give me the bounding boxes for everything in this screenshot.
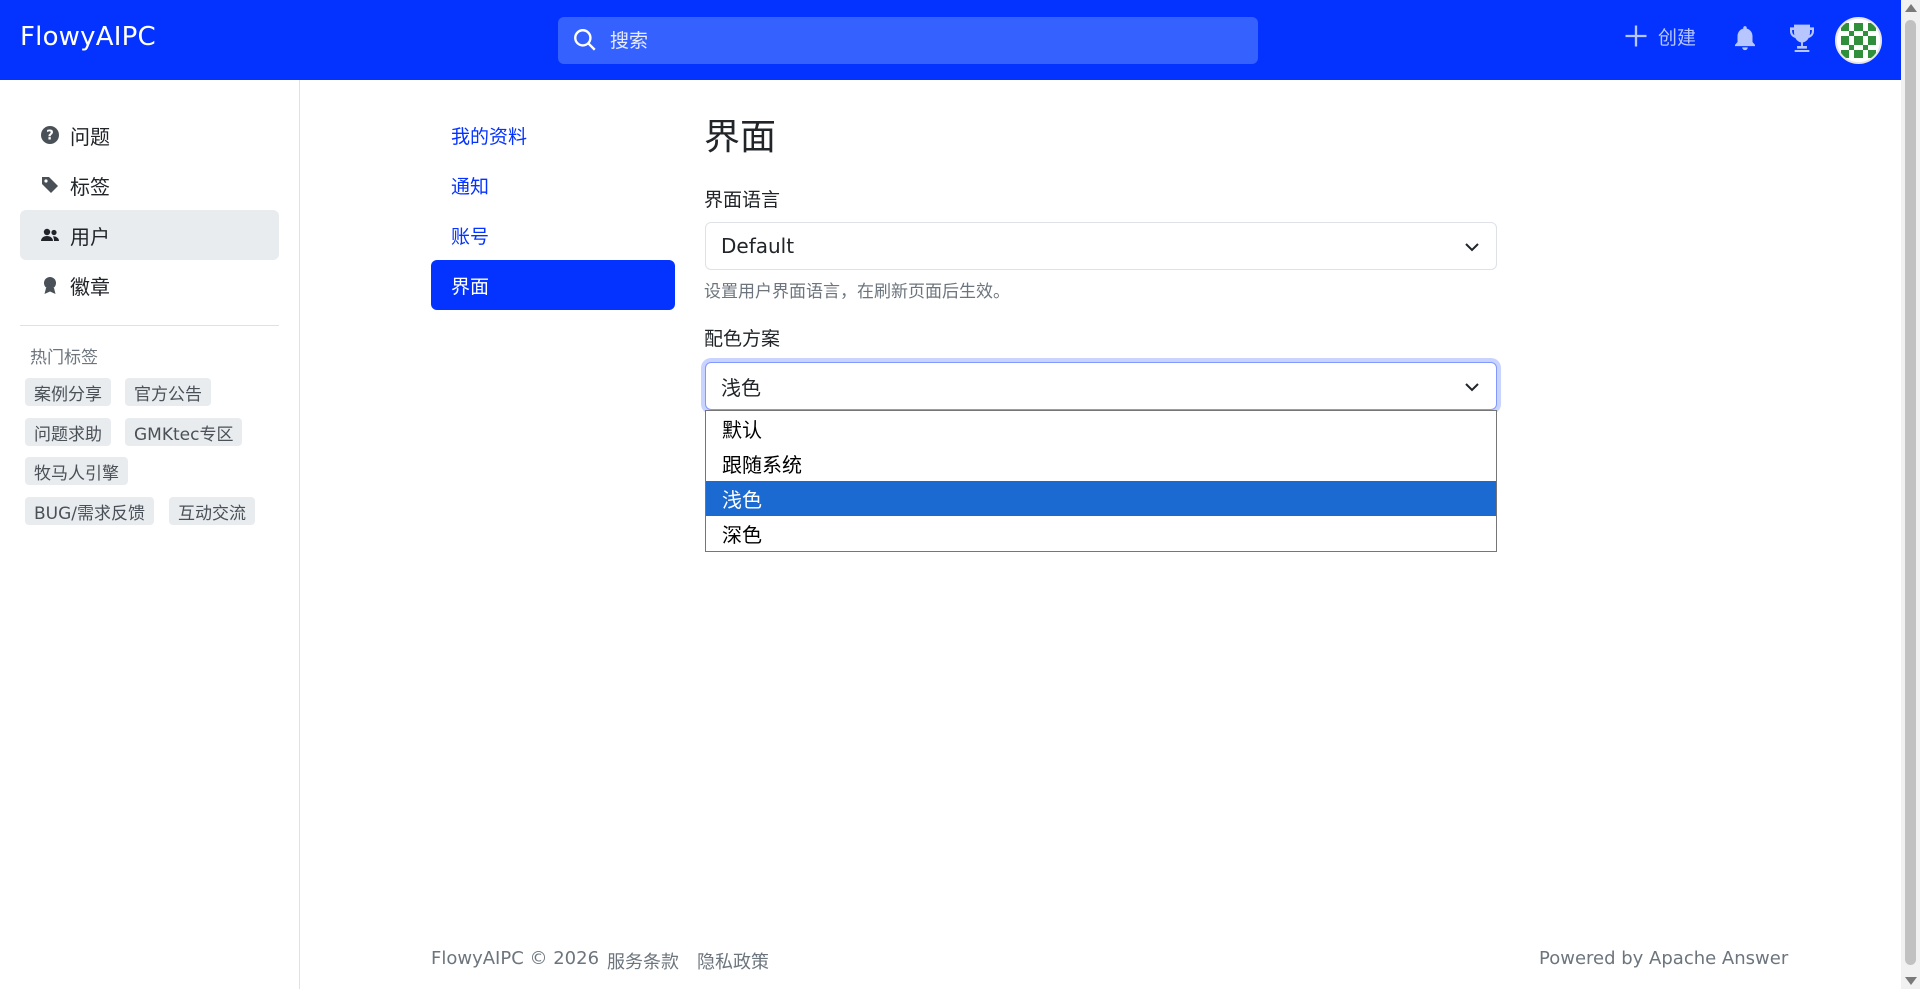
sidebar-item-questions[interactable]: ? 问题	[20, 110, 279, 160]
footer-privacy-link[interactable]: 隐私政策	[697, 948, 769, 974]
hot-tag[interactable]: BUG/需求反馈	[25, 497, 155, 525]
user-avatar[interactable]	[1835, 17, 1882, 64]
search-icon	[574, 29, 596, 51]
hot-tag[interactable]: 案例分享	[25, 378, 111, 406]
footer-copyright: FlowyAIPC © 2026	[431, 948, 600, 969]
left-sidebar: ? 问题 标签 用户 徽章 热门标签 案例分享 官方公告 问题求助 GMKtec…	[0, 80, 300, 989]
color-scheme-select-value: 浅色	[721, 375, 761, 400]
hot-tag[interactable]: 互动交流	[169, 497, 255, 525]
sidebar-item-label: 问题	[70, 124, 110, 149]
award-icon	[44, 277, 56, 294]
svg-text:?: ?	[46, 129, 54, 144]
color-option-light[interactable]: 浅色	[706, 481, 1496, 516]
hot-tag[interactable]: 官方公告	[125, 378, 211, 406]
sidebar-item-tags[interactable]: 标签	[20, 160, 279, 210]
create-button-label: 创建	[1658, 26, 1697, 49]
hot-tag[interactable]: 问题求助	[25, 418, 111, 446]
footer-powered-by[interactable]: Powered by Apache Answer	[1539, 948, 1788, 969]
color-scheme-dropdown: 默认 跟随系统 浅色 深色	[705, 410, 1497, 552]
hot-tags-title: 热门标签	[30, 348, 98, 368]
search-input[interactable]	[610, 17, 1240, 64]
page-scrollbar[interactable]	[1901, 0, 1920, 989]
scroll-down-arrow-icon[interactable]	[1905, 977, 1917, 985]
color-scheme-label: 配色方案	[704, 328, 781, 350]
hot-tag[interactable]: 牧马人引擎	[25, 457, 128, 485]
color-option-system[interactable]: 跟随系统	[706, 446, 1496, 481]
language-label: 界面语言	[704, 189, 781, 211]
brand-logo-text[interactable]: FlowyAIPC	[20, 22, 156, 52]
language-select[interactable]: Default	[705, 222, 1497, 270]
search-box[interactable]	[558, 17, 1258, 64]
language-select-value: Default	[721, 234, 795, 258]
people-icon	[41, 228, 59, 241]
sidebar-item-label: 标签	[70, 174, 110, 199]
sidebar-divider	[20, 325, 279, 326]
footer-terms-link[interactable]: 服务条款	[607, 948, 679, 974]
tags-icon	[42, 177, 58, 193]
chevron-down-icon	[1465, 383, 1479, 392]
settings-nav-profile[interactable]: 我的资料	[431, 110, 675, 160]
color-option-dark[interactable]: 深色	[706, 516, 1496, 551]
create-button[interactable]: 创建	[1622, 22, 1696, 50]
settings-nav-interface[interactable]: 界面	[431, 260, 675, 310]
sidebar-item-badges[interactable]: 徽章	[20, 260, 279, 310]
bell-icon[interactable]	[1730, 22, 1760, 54]
language-help-text: 设置用户界面语言，在刷新页面后生效。	[704, 282, 1010, 302]
color-scheme-select[interactable]: 浅色	[705, 362, 1497, 410]
sidebar-item-label: 用户	[70, 224, 110, 249]
chevron-down-icon	[1465, 243, 1479, 252]
page-title: 界面	[704, 117, 777, 158]
scrollbar-thumb[interactable]	[1905, 20, 1916, 965]
settings-nav-notifications[interactable]: 通知	[431, 160, 675, 210]
color-option-default[interactable]: 默认	[706, 411, 1496, 446]
question-circle-icon: ?	[41, 126, 59, 144]
avatar-pattern-icon	[1837, 19, 1880, 62]
scroll-up-arrow-icon[interactable]	[1905, 4, 1917, 12]
sidebar-item-users[interactable]: 用户	[20, 210, 279, 260]
trophy-icon[interactable]	[1786, 22, 1818, 54]
settings-nav-account[interactable]: 账号	[431, 210, 675, 260]
top-navbar: FlowyAIPC 创建	[0, 0, 1901, 80]
hot-tag[interactable]: GMKtec专区	[125, 418, 243, 446]
plus-icon	[1625, 25, 1647, 47]
sidebar-item-label: 徽章	[70, 274, 110, 299]
